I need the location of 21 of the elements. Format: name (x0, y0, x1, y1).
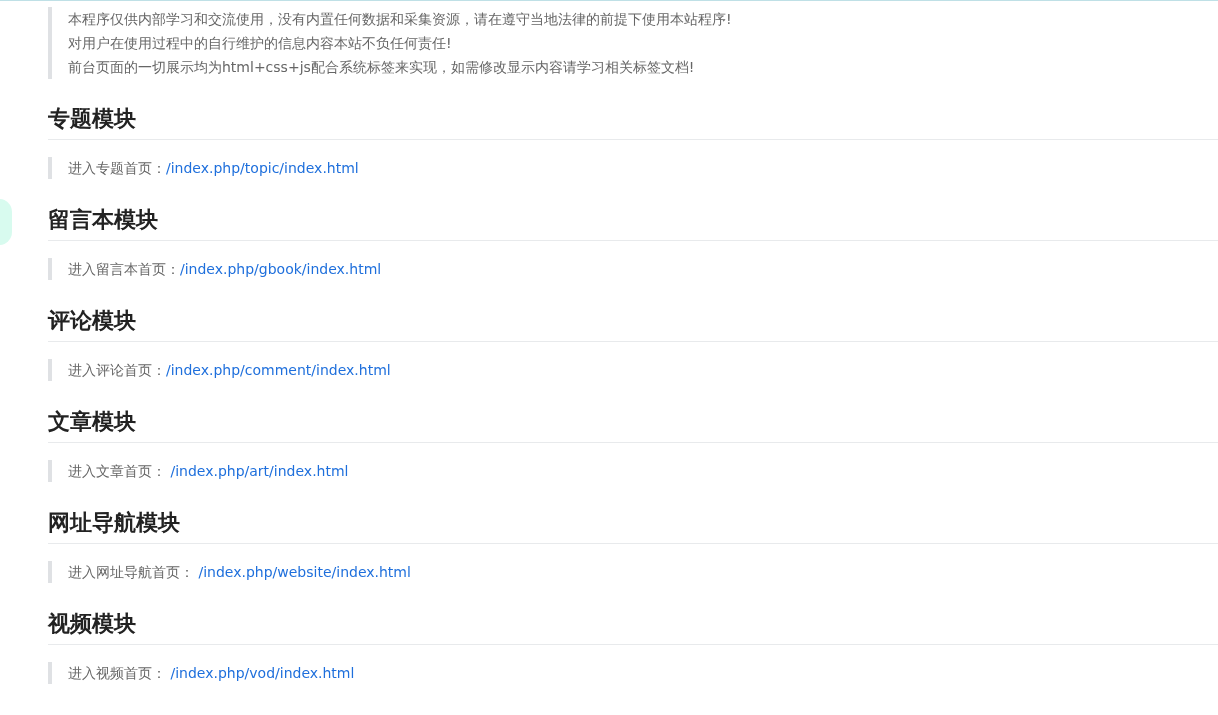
section-heading: 留言本模块 (48, 203, 1218, 241)
section-heading: 专题模块 (48, 102, 1218, 140)
notice-text: 对用户在使用过程中的自行维护的信息内容本站不负任何责任! (68, 34, 453, 53)
entry-label: 进入视频首页： (68, 665, 167, 681)
entry-label: 进入评论首页： (68, 362, 166, 378)
section-heading: 文章模块 (48, 405, 1218, 443)
entry-label: 进入网址导航首页： (68, 564, 195, 580)
notice-text: 本程序仅供内部学习和交流使用，没有内置任何数据和采集资源，请在遵守当地法律的前提下使用本站程序! (68, 10, 733, 29)
entry-link[interactable]: /index.php/gbook/index.html (180, 261, 382, 277)
entry-link[interactable]: /index.php/art/index.html (170, 463, 349, 479)
entry-link[interactable]: /index.php/website/index.html (198, 564, 411, 580)
notice-text: 前台页面的一切展示均为html+css+js配合系统标签来实现，如需修改显示内容请学习相关标签文档! (68, 58, 696, 77)
section-heading: 网址导航模块 (48, 506, 1218, 544)
entry-link[interactable]: /index.php/comment/index.html (166, 362, 391, 378)
entry-link[interactable]: /index.php/topic/index.html (166, 160, 359, 176)
section-heading: 评论模块 (48, 304, 1218, 342)
entry-label: 进入留言本首页： (68, 261, 180, 277)
entry-label: 进入文章首页： (68, 463, 167, 479)
entry-label: 进入专题首页： (68, 160, 166, 176)
section-heading: 视频模块 (48, 607, 1218, 645)
entry-link[interactable]: /index.php/vod/index.html (170, 665, 355, 681)
